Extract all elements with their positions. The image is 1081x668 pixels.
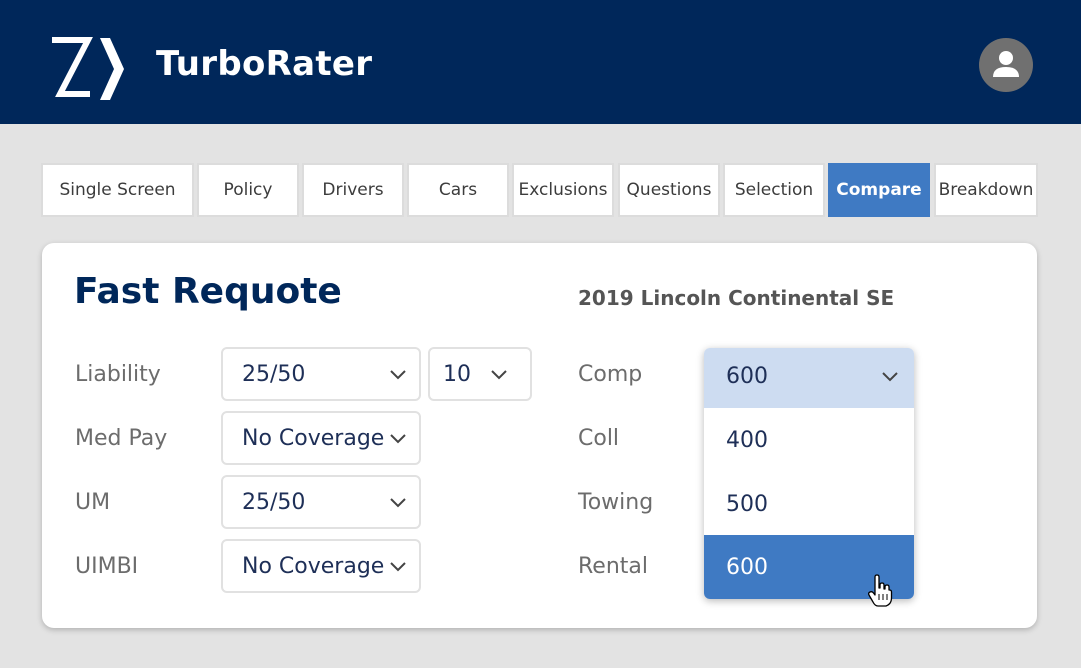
label-um: UM: [75, 490, 111, 515]
hand-pointer-icon: [868, 574, 893, 607]
chevron-down-icon: [491, 370, 507, 380]
comp-dropdown[interactable]: 600 400 500 600: [704, 348, 914, 599]
app-header: TurboRater: [0, 0, 1081, 124]
tab-exclusions[interactable]: Exclusions: [512, 163, 614, 217]
chevron-down-icon: [390, 562, 406, 572]
turborater-logo[interactable]: [48, 36, 128, 104]
comp-selected-value: 600: [726, 364, 768, 389]
med-pay-select[interactable]: No Coverage: [221, 411, 421, 465]
label-uimbi: UIMBI: [75, 554, 139, 579]
user-avatar[interactable]: [979, 38, 1033, 92]
chevron-down-icon: [390, 434, 406, 444]
label-coll: Coll: [578, 426, 620, 451]
chevron-down-icon: [390, 498, 406, 508]
liability-extra-select[interactable]: 10: [428, 347, 532, 401]
tab-policy[interactable]: Policy: [197, 163, 299, 217]
card-title: Fast Requote: [74, 271, 342, 312]
tab-compare[interactable]: Compare: [828, 163, 930, 217]
med-pay-value: No Coverage: [242, 425, 385, 451]
tab-cars[interactable]: Cars: [407, 163, 509, 217]
liability-extra-value: 10: [443, 361, 471, 387]
um-select[interactable]: 25/50: [221, 475, 421, 529]
label-towing: Towing: [578, 490, 654, 515]
tab-selection[interactable]: Selection: [723, 163, 825, 217]
label-liability: Liability: [75, 362, 161, 387]
label-med-pay: Med Pay: [75, 426, 168, 451]
chevron-down-icon: [882, 372, 898, 382]
user-icon: [993, 51, 1019, 77]
uimbi-value: No Coverage: [242, 553, 385, 579]
um-value: 25/50: [242, 489, 306, 515]
logo-icon: [52, 37, 124, 100]
liability-select[interactable]: 25/50: [221, 347, 421, 401]
app-title: TurboRater: [156, 44, 373, 84]
comp-option-500[interactable]: 500: [704, 472, 914, 536]
comp-select[interactable]: 600: [704, 348, 914, 408]
tab-drivers[interactable]: Drivers: [302, 163, 404, 217]
uimbi-select[interactable]: No Coverage: [221, 539, 421, 593]
tab-questions[interactable]: Questions: [618, 163, 720, 217]
tab-breakdown[interactable]: Breakdown: [934, 163, 1038, 217]
label-rental: Rental: [578, 554, 648, 579]
vehicle-name: 2019 Lincoln Continental SE: [578, 286, 895, 310]
comp-option-400[interactable]: 400: [704, 408, 914, 472]
chevron-down-icon: [390, 370, 406, 380]
liability-value: 25/50: [242, 361, 306, 387]
label-comp: Comp: [578, 362, 643, 387]
tab-single-screen[interactable]: Single Screen: [41, 163, 194, 217]
